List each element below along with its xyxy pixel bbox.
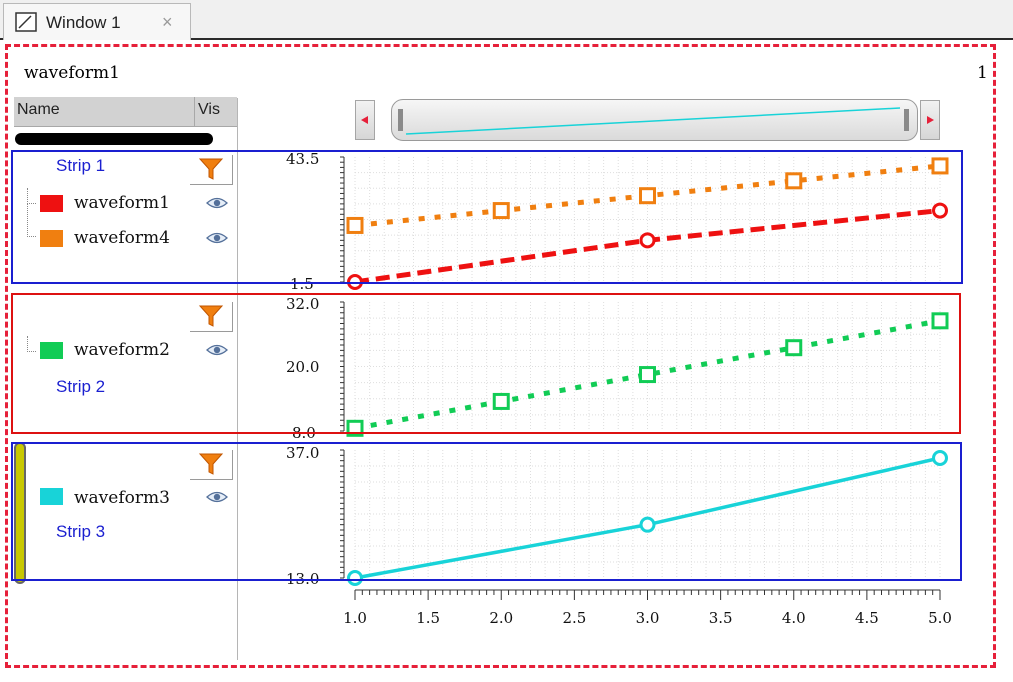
scroll-left-button[interactable]: [355, 100, 375, 140]
tab-window-1[interactable]: Window 1 ×: [3, 3, 191, 40]
arrow-right-icon: [927, 116, 934, 124]
page-number: 1: [977, 63, 988, 83]
tab-title: Window 1: [46, 13, 121, 32]
vis-column-header[interactable]: Vis: [195, 97, 237, 127]
plot-title: waveform1: [24, 63, 120, 83]
scroll-right-button[interactable]: [920, 100, 940, 140]
strip-3-box: [11, 442, 962, 581]
name-column-header[interactable]: Name: [14, 97, 195, 127]
tab-bar: Window 1 ×: [0, 0, 1013, 40]
x-range-scrollbar[interactable]: [355, 97, 940, 143]
arrow-left-icon: [361, 116, 368, 124]
overview-trace: [398, 107, 909, 135]
selection-bar: [15, 133, 213, 145]
range-slider-thumb[interactable]: [391, 99, 918, 141]
close-icon[interactable]: ×: [162, 12, 173, 33]
strip-2-box: [11, 293, 961, 434]
window-icon: [15, 12, 37, 32]
strip-1-box: [11, 150, 963, 284]
